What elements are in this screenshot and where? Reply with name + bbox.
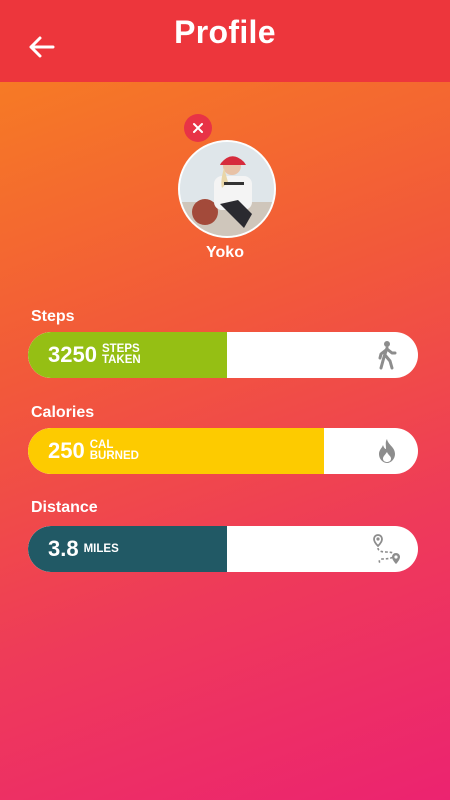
steps-unit: STEPS TAKEN xyxy=(101,343,141,366)
distance-unit: MILES xyxy=(83,542,119,555)
remove-photo-button[interactable] xyxy=(184,114,212,142)
avatar[interactable] xyxy=(178,140,276,238)
avatar-container xyxy=(178,114,276,238)
calories-bar: 250 CAL BURNED xyxy=(28,428,418,474)
username: Yoko xyxy=(206,244,244,261)
distance-bar: 3.8 MILES xyxy=(28,526,418,572)
distance-value-group: 3.8 MILES xyxy=(48,526,119,572)
walking-icon xyxy=(372,340,402,370)
route-icon xyxy=(372,534,402,564)
calories-unit: CAL BURNED xyxy=(89,439,139,462)
page-title: Profile xyxy=(174,14,276,50)
steps-value: 3250 xyxy=(48,342,97,367)
steps-label: Steps xyxy=(31,308,75,325)
distance-unit-line1: MILES xyxy=(83,542,119,555)
steps-bar: 3250 STEPS TAKEN xyxy=(28,332,418,378)
distance-value: 3.8 xyxy=(48,536,79,561)
close-icon xyxy=(193,123,203,133)
distance-label: Distance xyxy=(31,499,98,516)
steps-value-group: 3250 STEPS TAKEN xyxy=(48,332,141,378)
flame-icon xyxy=(372,436,402,466)
calories-label: Calories xyxy=(31,404,95,421)
avatar-photo xyxy=(180,142,274,236)
calories-value-group: 250 CAL BURNED xyxy=(48,428,139,474)
steps-unit-line2: TAKEN xyxy=(101,354,141,366)
calories-unit-line2: BURNED xyxy=(89,450,139,462)
header-bar: Profile xyxy=(0,0,450,82)
calories-value: 250 xyxy=(48,438,85,463)
